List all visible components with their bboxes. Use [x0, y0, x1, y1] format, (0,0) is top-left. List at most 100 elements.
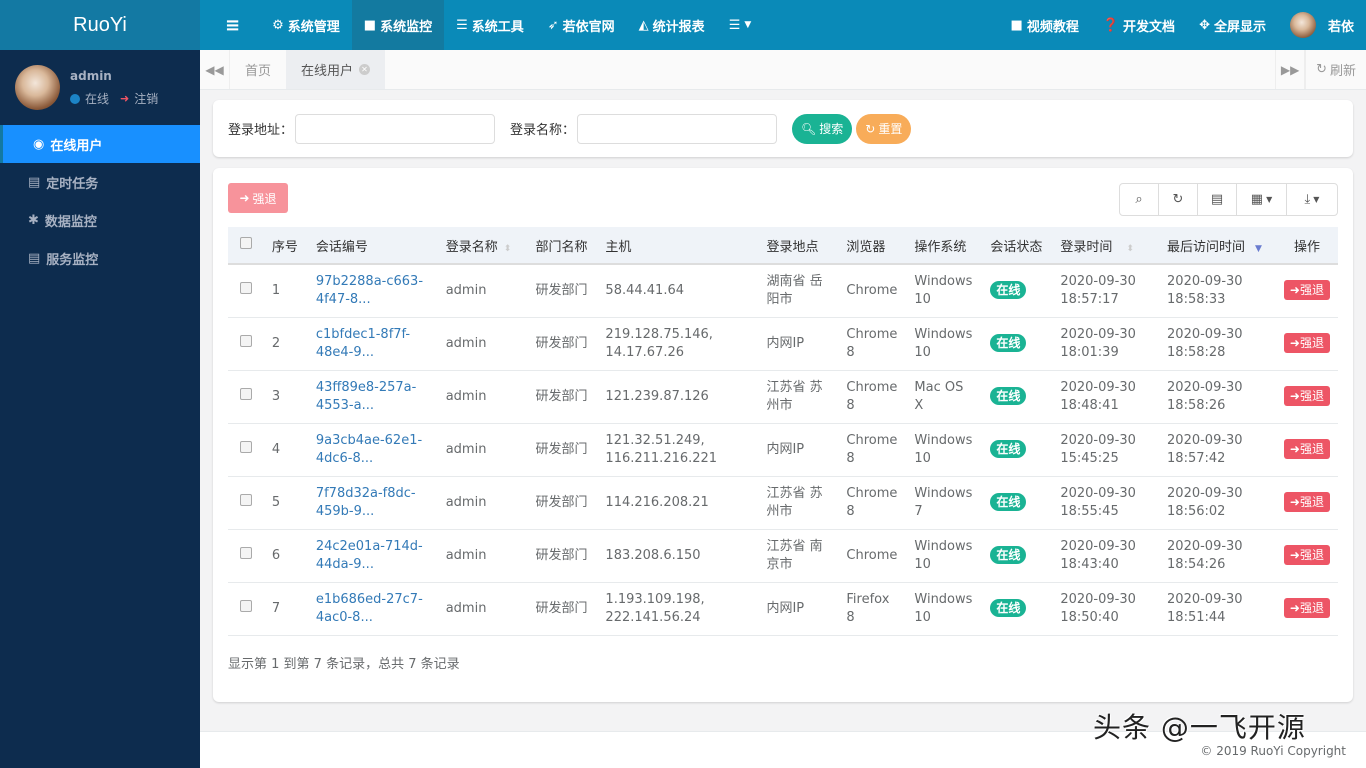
sidebar-item-server-monitor[interactable]: ▤ 服务监控	[0, 239, 200, 277]
cell-index: 5	[263, 476, 308, 530]
cell-session-id[interactable]: c1bfdec1-8f7f-48e4-9...	[307, 317, 438, 371]
nav-dev-docs[interactable]: ❓ 开发文档	[1091, 0, 1187, 50]
cell-session-id[interactable]: 24c2e01a-714d-44da-9...	[307, 529, 438, 583]
session-id-link[interactable]: 9a3cb4ae-62e1-4dc6-8...	[316, 432, 426, 468]
status-badge: 在线	[990, 387, 1027, 405]
close-icon[interactable]: ✕	[359, 64, 371, 75]
cell-status: 在线	[982, 317, 1053, 371]
force-logout-button[interactable]: ➜强退	[1283, 386, 1330, 406]
nav-official-site[interactable]: ➶ 若依官网	[536, 0, 627, 50]
session-id-link[interactable]: c1bfdec1-8f7f-48e4-9...	[316, 326, 426, 362]
session-id-link[interactable]: 97b2288a-c663-4f47-8...	[316, 273, 426, 309]
search-button[interactable]: 🔍︎ 搜索	[792, 113, 853, 144]
session-id-link[interactable]: 7f78d32a-f8dc-459b-9...	[316, 485, 426, 521]
sidebar-item-label: 在线用户	[50, 138, 103, 154]
sidebar: RuoYi admin 在线 ➜ 注销 ◉ 在线用户 ▤ 定时任务 ✱ 数据监控…	[0, 0, 200, 768]
force-logout-button[interactable]: ➜强退	[1283, 545, 1330, 565]
nav-statistics[interactable]: ◭ 统计报表	[627, 0, 717, 50]
session-id-link[interactable]: 43ff89e8-257a-4553-a...	[316, 379, 426, 415]
reset-button[interactable]: ↻ 重置	[856, 113, 912, 144]
row-checkbox[interactable]	[228, 317, 264, 371]
cell-index: 4	[263, 423, 308, 477]
sidebar-item-scheduled-tasks[interactable]: ▤ 定时任务	[0, 163, 200, 201]
force-logout-button[interactable]: ➜强退	[1283, 333, 1330, 353]
sort-icon[interactable]: ⬍	[504, 244, 512, 254]
row-checkbox[interactable]	[228, 423, 264, 477]
cell-last-access: 2020-09-30 18:56:02	[1159, 476, 1276, 530]
force-logout-button[interactable]: ➜强退	[1283, 280, 1330, 301]
ipaddr-label: 登录地址：	[228, 123, 294, 138]
toggle-search-button[interactable]: ⌕	[1120, 184, 1159, 215]
force-logout-button[interactable]: ➜强退	[1283, 598, 1330, 618]
cell-last-access: 2020-09-30 18:54:26	[1159, 529, 1276, 583]
cell-dept: 研发部门	[527, 370, 598, 424]
col-login-time[interactable]: 登录时间 ⬍	[1052, 227, 1160, 265]
sort-icon[interactable]: ⬍	[1126, 244, 1134, 254]
row-checkbox[interactable]	[228, 582, 264, 636]
logo[interactable]: RuoYi	[0, 0, 200, 50]
force-logout-button[interactable]: ➜强退	[1283, 439, 1330, 459]
status-badge: 在线	[990, 281, 1027, 300]
refresh-tab-button[interactable]: ↻ 刷新	[1305, 50, 1366, 89]
ipaddr-input[interactable]	[295, 113, 496, 144]
toggle-view-button[interactable]: ▤	[1198, 184, 1237, 215]
question-icon: ❓	[1102, 17, 1120, 33]
logout-link[interactable]: 注销	[134, 90, 158, 107]
cell-session-id[interactable]: 7f78d32a-f8dc-459b-9...	[307, 476, 438, 530]
sign-out-icon[interactable]: ➜	[120, 92, 129, 105]
cell-host: 1.193.109.198, 222.141.56.24	[597, 582, 759, 636]
cell-login-name: admin	[437, 317, 528, 371]
col-login-name[interactable]: 登录名称 ⬍	[437, 227, 528, 265]
tab-online-users[interactable]: 在线用户 ✕	[286, 50, 386, 89]
session-id-link[interactable]: e1b686ed-27c7-4ac0-8...	[316, 591, 426, 627]
forward-icon: ▶▶	[1280, 62, 1300, 77]
select-all-checkbox[interactable]	[228, 227, 264, 265]
cell-login-time: 2020-09-30 18:43:40	[1052, 529, 1160, 583]
nav-fullscreen[interactable]: ✥ 全屏显示	[1187, 0, 1278, 50]
cell-index: 2	[263, 317, 308, 371]
export-dropdown[interactable]: ⤓ ▼	[1287, 184, 1337, 215]
sidebar-item-label: 数据监控	[44, 214, 97, 230]
cell-host: 58.44.41.64	[597, 264, 759, 318]
sort-desc-icon[interactable]: ▼	[1255, 244, 1262, 254]
fullscreen-icon: ✥	[1199, 17, 1210, 33]
session-id-link[interactable]: 24c2e01a-714d-44da-9...	[316, 538, 426, 574]
nav-video-tutorial[interactable]: ■ 视频教程	[999, 0, 1091, 50]
cell-session-id[interactable]: 97b2288a-c663-4f47-8...	[307, 264, 438, 318]
nav-system-management[interactable]: ⚙ 系统管理	[260, 0, 352, 50]
sidebar-item-online-users[interactable]: ◉ 在线用户	[0, 125, 200, 163]
col-status: 会话状态	[982, 227, 1053, 265]
nav-system-tools[interactable]: ☰ 系统工具	[444, 0, 536, 50]
cell-session-id[interactable]: 43ff89e8-257a-4553-a...	[307, 370, 438, 424]
sidebar-item-data-monitor[interactable]: ✱ 数据监控	[0, 201, 200, 239]
nav-more-dropdown[interactable]: ☰ ▼	[717, 0, 764, 50]
force-logout-button[interactable]: ➜强退	[1283, 492, 1330, 512]
cell-dept: 研发部门	[527, 582, 598, 636]
login-name-input[interactable]	[577, 113, 778, 144]
cell-index: 6	[263, 529, 308, 583]
cell-location: 江苏省 苏州市	[758, 476, 839, 530]
user-avatar	[1289, 12, 1316, 38]
row-checkbox[interactable]	[228, 370, 264, 424]
refresh-table-button[interactable]: ↻	[1159, 184, 1198, 215]
cell-session-id[interactable]: 9a3cb4ae-62e1-4dc6-8...	[307, 423, 438, 477]
columns-dropdown[interactable]: ▦ ▼	[1237, 184, 1287, 215]
avatar[interactable]	[15, 65, 60, 110]
nav-system-monitor[interactable]: ■ 系统监控	[351, 0, 445, 50]
menu-toggle-button[interactable]: ≡	[200, 0, 260, 50]
cell-session-id[interactable]: e1b686ed-27c7-4ac0-8...	[307, 582, 438, 636]
col-last-access[interactable]: 最后访问时间 ▼	[1159, 227, 1276, 265]
tabs-scroll-right[interactable]: ▶▶	[1275, 50, 1306, 89]
row-checkbox[interactable]	[228, 264, 264, 318]
tab-home[interactable]: 首页	[230, 50, 286, 89]
status-badge: 在线	[990, 493, 1027, 511]
server-icon: ▤	[28, 250, 41, 266]
tabs-scroll-left[interactable]: ◀◀	[200, 50, 230, 89]
batch-force-logout-button[interactable]: ➜ 强退	[228, 183, 288, 213]
table-panel: ➜ 强退 ⌕ ↻ ▤ ▦ ▼ ⤓ ▼ 序号 会话编号 登录名称 ⬍ 部门名称 主机 登录…	[213, 168, 1353, 702]
row-checkbox[interactable]	[228, 476, 264, 530]
cell-login-time: 2020-09-30 18:50:40	[1052, 582, 1160, 636]
cell-login-time: 2020-09-30 18:01:39	[1052, 317, 1160, 371]
nav-user-menu[interactable]: 若依	[1278, 0, 1366, 50]
row-checkbox[interactable]	[228, 529, 264, 583]
